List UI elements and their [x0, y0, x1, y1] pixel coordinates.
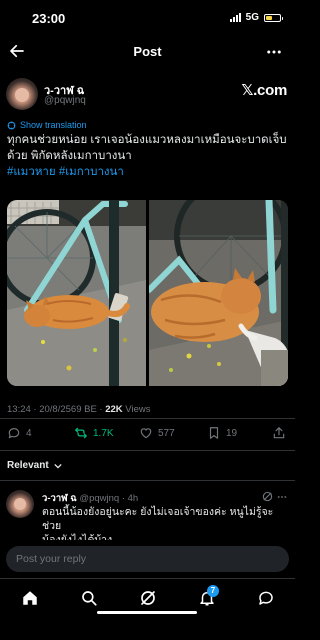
views-label: Views: [122, 404, 151, 415]
status-bar: 23:00 5G: [0, 0, 295, 36]
hashtag-link[interactable]: #แมวหาย: [7, 166, 56, 178]
signal-icon: [229, 13, 241, 22]
post-header: Post: [0, 36, 295, 68]
nav-grok[interactable]: [139, 589, 157, 607]
reply-count: 4: [26, 427, 32, 439]
author-handle[interactable]: @pqwjnq: [44, 95, 86, 106]
x-brand-logo: 𝕏.com: [241, 82, 287, 99]
notification-badge: 7: [207, 585, 219, 597]
grok-icon: [141, 591, 155, 605]
post-timestamp: 13:24 · 20/8/2569 BE ·: [7, 404, 106, 415]
battery-icon: [264, 13, 283, 22]
hashtag-link[interactable]: #เมกาบางนา: [59, 166, 124, 178]
reply-button[interactable]: 4: [7, 426, 32, 440]
reply-text-line: ตอนนี้น้องยังอยู่นะคะ ยังไม่เจอเจ้าของค่…: [42, 506, 274, 532]
post-body: ทุกคนช่วยหน่อย เราเจอน้องแมวหลงมาเหมือนจ…: [7, 132, 289, 180]
nav-search[interactable]: [80, 589, 98, 607]
share-button[interactable]: [272, 426, 286, 440]
more-options-icon[interactable]: [265, 43, 283, 61]
nav-home[interactable]: [21, 589, 39, 607]
like-button[interactable]: 577: [139, 426, 175, 440]
reply-composer[interactable]: Post your reply: [6, 546, 289, 572]
divider: [0, 450, 295, 451]
reply-avatar[interactable]: [6, 490, 34, 518]
repost-count: 1.7K: [93, 427, 114, 439]
grok-icon[interactable]: [262, 491, 273, 502]
more-options-icon[interactable]: [277, 492, 287, 502]
home-indicator: [97, 611, 197, 614]
reply-author-name[interactable]: ว-วาฬ ฉ: [42, 493, 77, 504]
post-media: [7, 200, 288, 386]
heart-icon: [140, 428, 152, 439]
post-author: ว-วาฬ ฉ @pqwjnq 𝕏.com: [6, 78, 289, 112]
reply-item[interactable]: ว-วาฬ ฉ @pqwjnq · 4h ตอนนี้น้องยังอยู่นะ…: [6, 488, 289, 544]
reply-author-handle[interactable]: @pqwjnq: [79, 493, 119, 504]
translate-label: Show translation: [20, 120, 87, 130]
nav-messages[interactable]: [257, 589, 275, 607]
divider: [0, 418, 295, 419]
sort-label: Relevant: [7, 460, 49, 471]
messages-icon: [259, 591, 273, 605]
network-label: 5G: [245, 12, 259, 23]
share-icon: [273, 427, 285, 439]
post-text-line: ทุกคนช่วยหน่อย เราเจอน้องแมวหลงมาเหมือนจ…: [7, 134, 287, 146]
repost-button[interactable]: 1.7K: [74, 426, 114, 440]
views-count[interactable]: 22K: [105, 404, 122, 415]
post-meta: 13:24 · 20/8/2569 BE · 22K Views: [7, 404, 150, 415]
translate-icon: [7, 121, 16, 129]
repost-icon: [75, 427, 87, 439]
bookmark-button[interactable]: 19: [207, 426, 237, 440]
bookmark-icon: [209, 427, 219, 439]
page-title: Post: [133, 44, 162, 59]
reply-body: ตอนนี้น้องยังอยู่นะคะ ยังไม่เจอเจ้าของค่…: [42, 505, 287, 544]
search-icon: [82, 591, 97, 606]
post-text-line: ด้วย พิกัดหลังเมกาบางนา: [7, 150, 132, 162]
divider: [0, 480, 295, 481]
show-translation-link[interactable]: Show translation: [7, 120, 87, 130]
reply-header: ว-วาฬ ฉ @pqwjnq · 4h: [42, 491, 138, 506]
reply-time: · 4h: [121, 493, 139, 504]
status-time: 23:00: [32, 11, 66, 26]
bookmark-count: 19: [226, 427, 238, 439]
hashtags: #แมวหาย #เมกาบางนา: [7, 164, 289, 180]
status-indicators: 5G: [229, 12, 283, 23]
bottom-navigation: 7: [0, 578, 295, 620]
author-avatar[interactable]: [6, 78, 38, 110]
like-count: 577: [158, 427, 175, 439]
chevron-down-icon: [54, 463, 62, 469]
reply-icon: [8, 428, 20, 439]
nav-notifications[interactable]: 7: [198, 585, 219, 607]
reply-input-placeholder[interactable]: Post your reply: [16, 553, 86, 565]
home-icon: [23, 591, 37, 605]
cat-photo-1[interactable]: [7, 200, 146, 386]
cat-photo-2[interactable]: [149, 200, 288, 386]
post-actions: 4 1.7K 577 19: [0, 424, 295, 446]
reply-sort-dropdown[interactable]: Relevant: [7, 460, 62, 471]
